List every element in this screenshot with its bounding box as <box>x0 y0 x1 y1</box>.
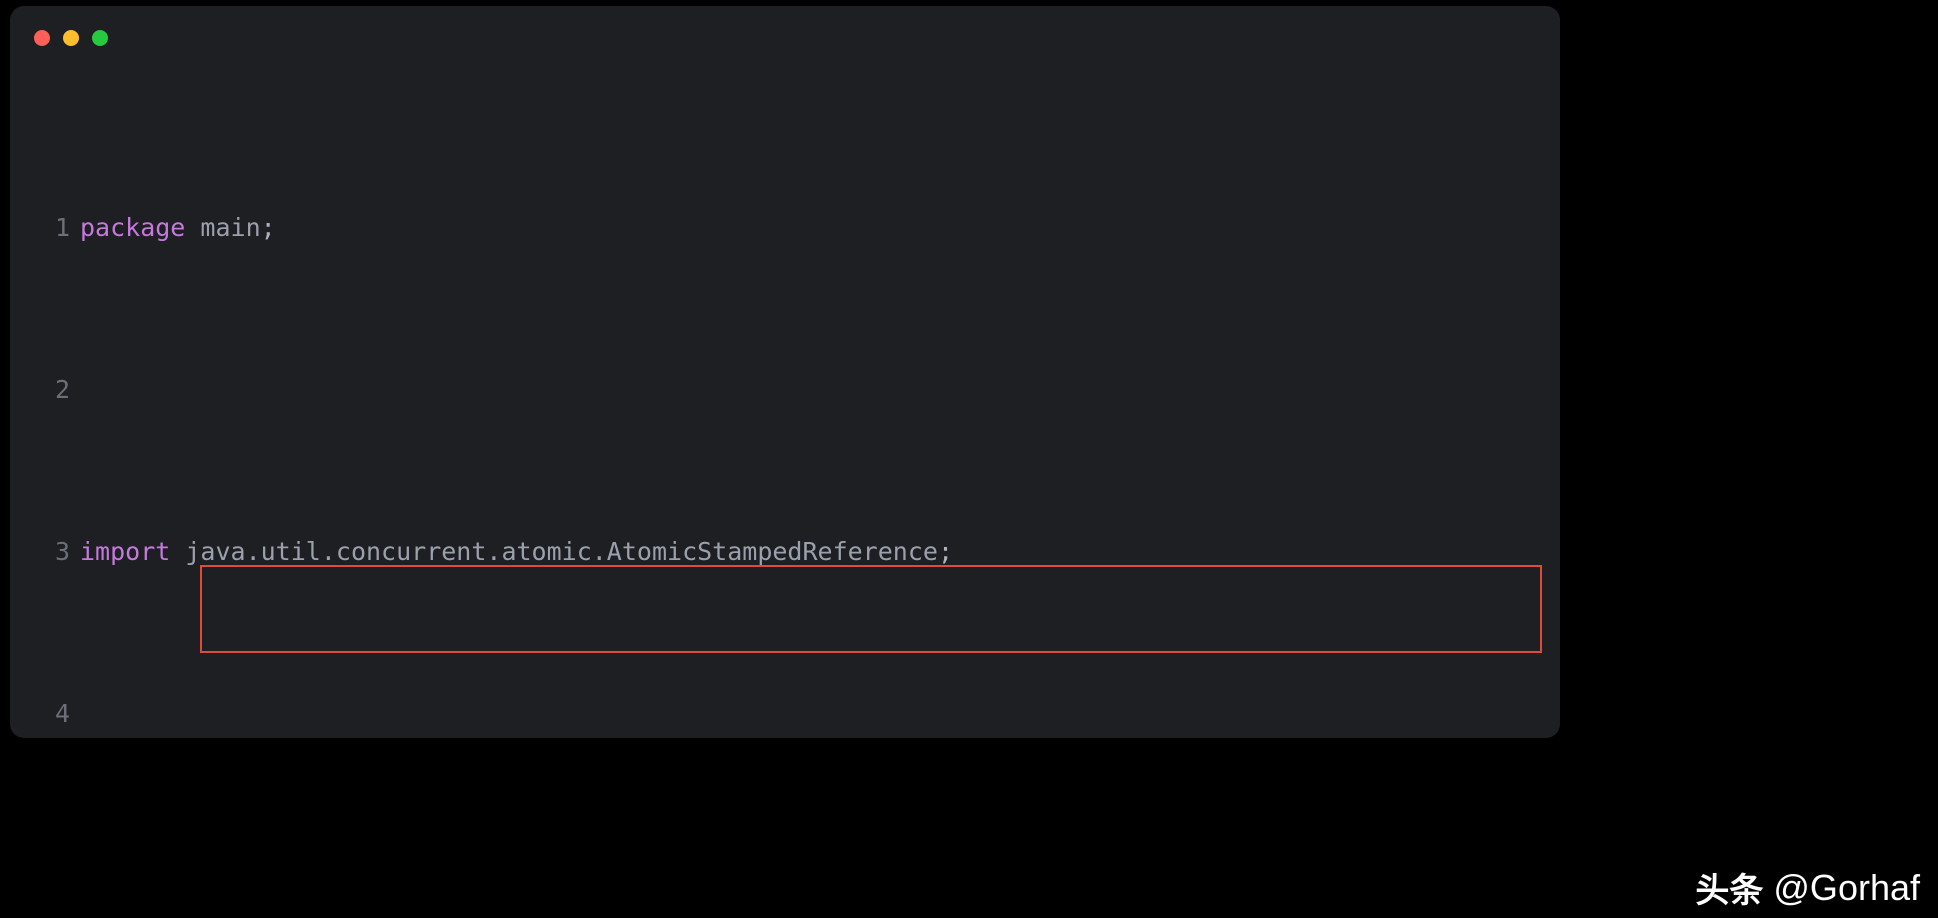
close-button[interactable] <box>34 30 50 46</box>
watermark-prefix: 头条 <box>1695 863 1763 912</box>
watermark-handle: @Gorhaf <box>1773 867 1920 909</box>
code-line: 3 import java.util.concurrent.atomic.Ato… <box>10 532 1560 573</box>
line-number: 4 <box>10 694 80 735</box>
code-editor[interactable]: 1 package main; 2 3 import java.util.con… <box>10 86 1560 738</box>
line-number: 1 <box>10 208 80 249</box>
minimize-button[interactable] <box>63 30 79 46</box>
traffic-lights <box>34 30 108 46</box>
code-text: package main; <box>80 208 276 249</box>
watermark: 头条 @Gorhaf <box>1695 863 1920 912</box>
code-text: import java.util.concurrent.atomic.Atomi… <box>80 532 953 573</box>
code-line: 4 <box>10 694 1560 735</box>
code-line: 1 package main; <box>10 208 1560 249</box>
editor-window: 1 package main; 2 3 import java.util.con… <box>10 6 1560 738</box>
line-number: 2 <box>10 370 80 411</box>
maximize-button[interactable] <box>92 30 108 46</box>
line-number: 3 <box>10 532 80 573</box>
highlight-box <box>200 565 1542 653</box>
code-line: 2 <box>10 370 1560 411</box>
